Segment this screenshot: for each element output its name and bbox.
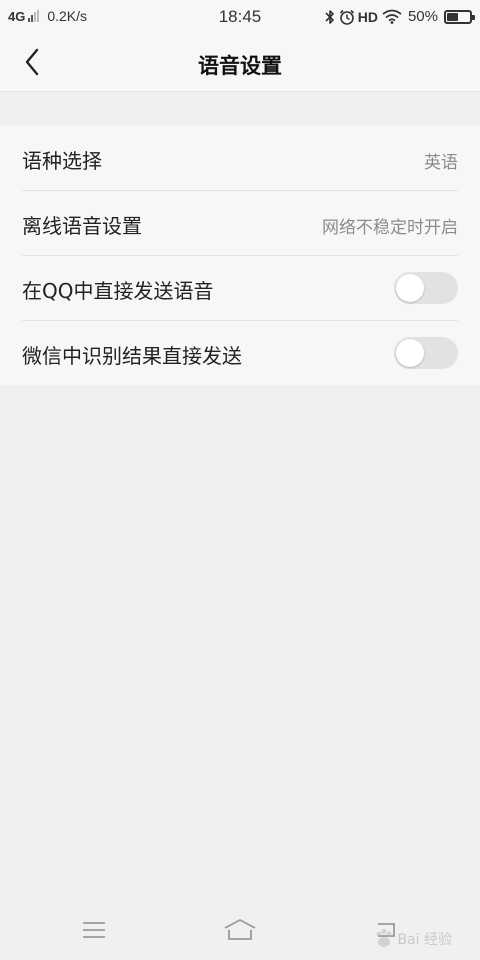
language-select-row[interactable]: 语种选择 英语 <box>0 125 480 190</box>
baidu-jingyan-watermark: Bai 经验 <box>373 928 452 950</box>
bottom-nav: Bai 经验 <box>0 900 480 960</box>
toggle-knob <box>396 339 424 367</box>
settings-list: 语种选择 英语 离线语音设置 网络不稳定时开启 在QQ中直接发送语音 微信中识别… <box>0 125 480 385</box>
alarm-icon <box>339 9 354 25</box>
row-label: 语种选择 <box>22 149 102 173</box>
menu-icon <box>83 922 105 938</box>
status-right: HD 50% <box>321 8 475 25</box>
wechat-send-row: 微信中识别结果直接发送 <box>0 320 480 385</box>
row-label: 在QQ中直接发送语音 <box>22 279 214 303</box>
toggle-knob <box>396 274 424 302</box>
status-bar: 4G 0.2K/s 18:45 HD 50% <box>0 0 480 32</box>
bluetooth-icon <box>325 9 334 24</box>
battery-icon <box>444 9 475 24</box>
watermark-text: Bai 经验 <box>397 932 452 948</box>
home-icon <box>224 919 256 940</box>
menu-button[interactable] <box>74 914 114 946</box>
page-title: 语音设置 <box>198 54 282 78</box>
row-value: 网络不稳定时开启 <box>322 218 458 238</box>
home-button[interactable] <box>220 914 260 946</box>
battery-percent: 50% <box>407 8 438 25</box>
row-label: 微信中识别结果直接发送 <box>22 344 242 368</box>
qq-send-voice-toggle[interactable] <box>394 272 458 304</box>
battery-fill <box>447 12 458 21</box>
nav-bar: 语音设置 <box>0 32 480 92</box>
offline-voice-row[interactable]: 离线语音设置 网络不稳定时开启 <box>0 190 480 255</box>
hd-indicator: HD <box>357 8 378 25</box>
wifi-icon <box>382 9 402 24</box>
paw-icon <box>376 929 392 947</box>
wechat-send-toggle[interactable] <box>394 337 458 369</box>
row-value: 英语 <box>424 153 458 173</box>
row-label: 离线语音设置 <box>22 214 142 238</box>
qq-send-voice-row: 在QQ中直接发送语音 <box>0 255 480 320</box>
